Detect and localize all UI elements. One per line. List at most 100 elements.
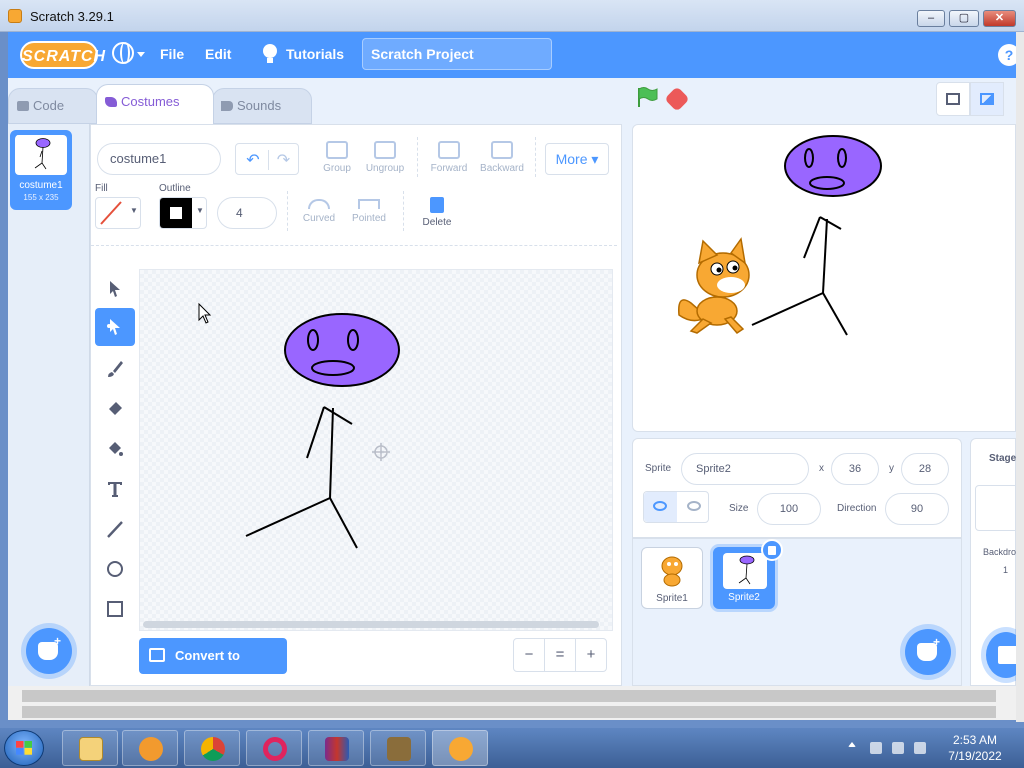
project-title-input[interactable]: Scratch Project: [362, 38, 552, 70]
costume-name-label: costume1: [19, 180, 63, 191]
fill-color-picker[interactable]: ▼: [95, 197, 141, 229]
taskbar-media-player[interactable]: [122, 730, 178, 766]
taskbar-chrome[interactable]: [184, 730, 240, 766]
zoom-in-button[interactable]: +: [575, 638, 607, 672]
backward-button[interactable]: Backward: [477, 141, 527, 174]
tutorials-bulb-icon[interactable]: [263, 44, 277, 63]
zoom-out-button[interactable]: −: [513, 638, 545, 672]
maximize-button[interactable]: ▢: [949, 10, 979, 27]
fill-swatch-icon: [100, 201, 122, 225]
convert-to-bitmap-button[interactable]: Convert to Bitmap: [139, 638, 287, 699]
chevron-down-icon[interactable]: [137, 52, 145, 57]
taskbar-app[interactable]: [370, 730, 426, 766]
backdrops-count: 1: [1003, 565, 1009, 575]
size-label: Size: [729, 503, 749, 514]
hide-button[interactable]: [687, 501, 701, 511]
globe-icon[interactable]: [112, 42, 134, 64]
group-button[interactable]: Group: [317, 141, 357, 174]
close-button[interactable]: ✕: [983, 10, 1016, 27]
drawing-canvas[interactable]: [139, 269, 613, 631]
choose-sprite-button[interactable]: +: [905, 629, 951, 675]
image-icon: [998, 646, 1018, 664]
ungroup-button[interactable]: Ungroup: [361, 141, 409, 174]
small-stage-button[interactable]: [936, 82, 970, 116]
canvas-scrollbar[interactable]: [143, 621, 599, 628]
volume-icon[interactable]: [914, 742, 926, 754]
costume-tile[interactable]: 1 costume1 155 x 235: [10, 130, 72, 210]
scrollbar-thumb[interactable]: [22, 706, 996, 718]
more-button[interactable]: More ▾: [545, 143, 609, 175]
sprite-thumbnail: [650, 552, 694, 588]
zoom-reset-button[interactable]: =: [544, 638, 576, 672]
sprite-label: Sprite: [645, 463, 672, 474]
delete-sprite-icon[interactable]: [761, 539, 783, 561]
group-label: Group: [323, 163, 351, 174]
green-flag-icon[interactable]: [636, 86, 658, 108]
chrome-icon: [201, 737, 225, 761]
y-position-input[interactable]: 28: [901, 453, 949, 485]
scratch-logo[interactable]: SCRATCH: [20, 41, 105, 69]
small-stage-icon: [946, 93, 960, 105]
action-center-icon[interactable]: [892, 742, 904, 754]
show-hidden-icons[interactable]: [848, 742, 856, 747]
tutorials-menu[interactable]: Tutorials: [286, 46, 344, 62]
brush-tool[interactable]: [95, 350, 135, 388]
stage-canvas[interactable]: [632, 124, 1016, 432]
redo-button[interactable]: ↷: [268, 150, 298, 170]
direction-input[interactable]: 90: [885, 493, 949, 525]
costume-name-input[interactable]: costume1: [97, 143, 221, 175]
forward-button[interactable]: Forward: [427, 141, 471, 174]
rectangle-tool[interactable]: [95, 590, 135, 628]
file-menu[interactable]: File: [160, 46, 184, 62]
window-vertical-scrollbar[interactable]: [1016, 32, 1024, 722]
sprite-tile-sprite1[interactable]: Sprite1: [641, 547, 703, 609]
circle-tool[interactable]: [95, 550, 135, 588]
tab-code[interactable]: Code: [8, 88, 98, 124]
stop-icon[interactable]: [664, 86, 690, 112]
scrollbar-thumb[interactable]: [22, 690, 996, 702]
show-button[interactable]: [644, 492, 677, 522]
minimize-button[interactable]: –: [917, 10, 945, 27]
delete-button[interactable]: Delete: [417, 197, 457, 228]
fill-tool[interactable]: [95, 430, 135, 468]
window-horizontal-scrollbar[interactable]: [8, 686, 1016, 720]
taskbar-scratch[interactable]: [432, 730, 488, 766]
network-icon[interactable]: [870, 742, 882, 754]
stage-title: Stage: [989, 453, 1017, 464]
reshape-tool[interactable]: [95, 308, 135, 346]
choose-costume-button[interactable]: +: [26, 628, 72, 674]
sprite-name-input[interactable]: Sprite2: [681, 453, 809, 485]
line-tool[interactable]: [95, 510, 135, 548]
size-input[interactable]: 100: [757, 493, 821, 525]
forward-label: Forward: [430, 163, 468, 174]
edit-menu[interactable]: Edit: [205, 46, 231, 62]
winrar-icon: [325, 737, 349, 761]
paint-bucket-icon: [109, 442, 123, 456]
tab-sounds[interactable]: Sounds: [212, 88, 312, 124]
start-button[interactable]: [4, 730, 44, 766]
taskbar-explorer[interactable]: [62, 730, 118, 766]
undo-button[interactable]: ↶: [238, 150, 268, 170]
curved-button[interactable]: Curved: [299, 199, 339, 224]
clock[interactable]: 2:53 AM 7/19/2022: [940, 732, 1010, 764]
taskbar-opera[interactable]: [246, 730, 302, 766]
pointed-button[interactable]: Pointed: [347, 199, 391, 224]
select-tool[interactable]: [95, 270, 135, 308]
sprite-tile-sprite2[interactable]: Sprite2: [713, 539, 783, 609]
outline-color-picker[interactable]: ▼: [159, 197, 207, 229]
costume-thumbnail: [15, 135, 67, 175]
taskbar-winrar[interactable]: [308, 730, 364, 766]
circle-icon: [107, 561, 123, 577]
text-tool[interactable]: [95, 470, 135, 508]
window-titlebar: Scratch 3.29.1 – ▢ ✕: [0, 0, 1024, 32]
outline-width-input[interactable]: 4: [217, 197, 277, 229]
costume-number: 1: [15, 134, 21, 145]
stick-figure-drawing: [198, 302, 400, 549]
tab-costumes[interactable]: Costumes: [96, 84, 214, 124]
x-position-input[interactable]: 36: [831, 453, 879, 485]
ungroup-label: Ungroup: [365, 163, 405, 174]
sprite-name-label: Sprite2: [728, 592, 760, 603]
large-stage-button[interactable]: [970, 82, 1004, 116]
x-label: x: [819, 463, 824, 474]
eraser-tool[interactable]: [95, 390, 135, 428]
